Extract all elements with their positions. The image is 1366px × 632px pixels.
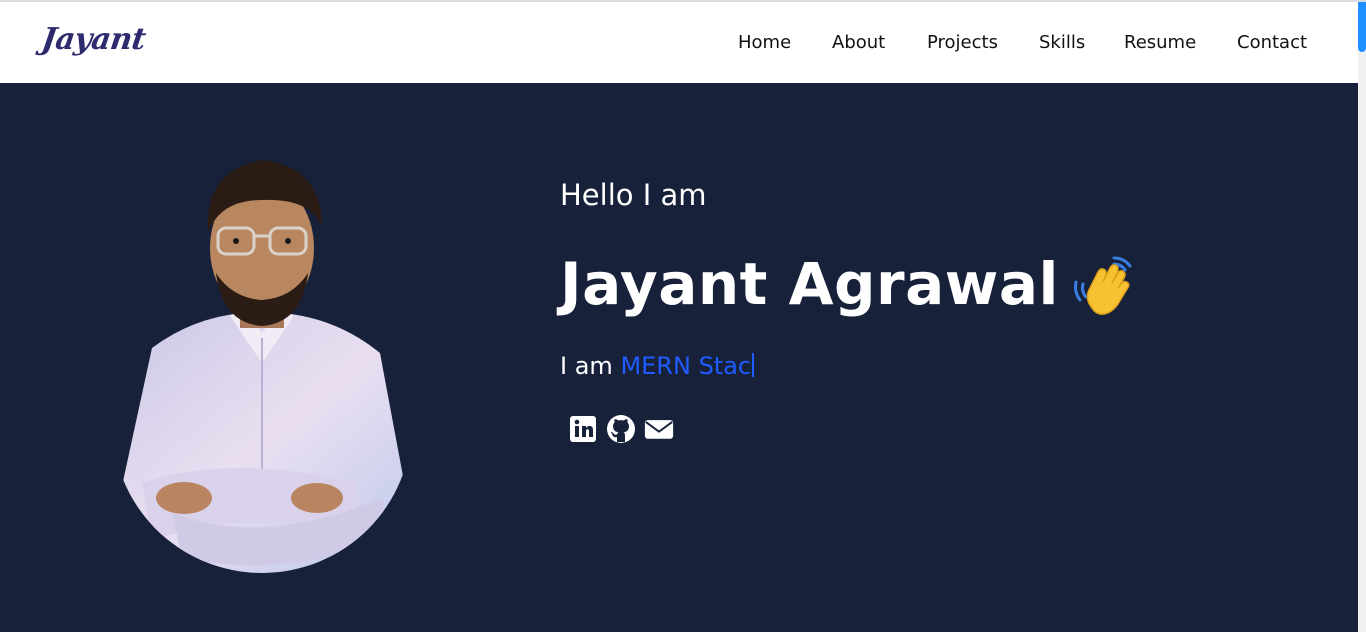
hero-role: I am MERN Stac — [560, 352, 755, 380]
mail-icon[interactable] — [644, 414, 674, 444]
scrollbar-thumb[interactable] — [1358, 2, 1366, 52]
nav-projects[interactable]: Projects — [927, 32, 998, 53]
role-typed-text: MERN Stac — [620, 352, 752, 380]
profile-photo-icon — [112, 160, 412, 573]
waving-hand-icon — [1074, 256, 1132, 315]
hero-name: Jayant Agrawal — [560, 250, 1059, 318]
nav-skills[interactable]: Skills — [1039, 32, 1085, 53]
nav-about[interactable]: About — [832, 32, 885, 53]
nav-resume[interactable]: Resume — [1124, 32, 1196, 53]
github-icon[interactable] — [606, 414, 636, 444]
nav-contact[interactable]: Contact — [1237, 32, 1307, 53]
hero-greeting: Hello I am — [560, 178, 707, 212]
linkedin-icon[interactable] — [568, 414, 598, 444]
site-logo[interactable]: Jayant — [40, 22, 148, 57]
role-prefix: I am — [560, 352, 613, 380]
scrollbar-track[interactable] — [1358, 2, 1366, 632]
nav-home[interactable]: Home — [738, 32, 791, 53]
navbar: Jayant Home About Projects Skills Resume… — [0, 2, 1358, 83]
typing-caret — [752, 353, 755, 377]
